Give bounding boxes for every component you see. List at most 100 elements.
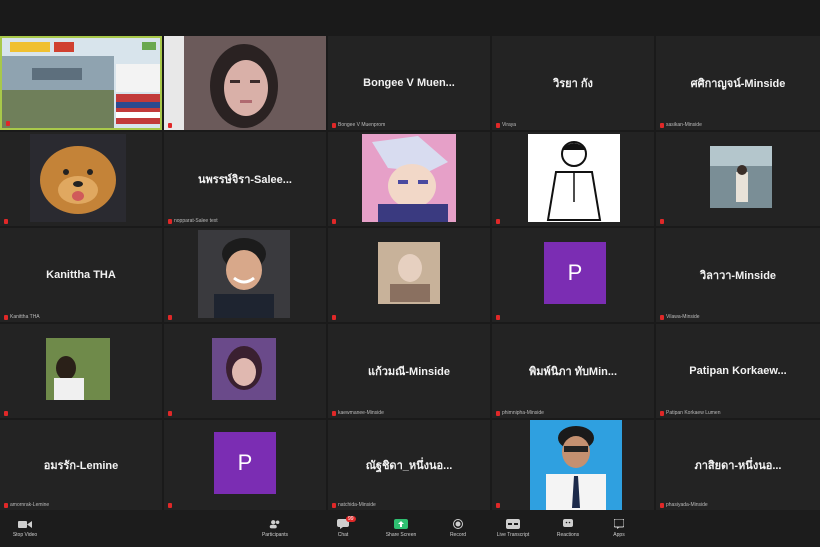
muted-mic-icon [332, 315, 336, 320]
participant-label [168, 503, 174, 508]
meeting-toolbar: Stop Video Participants Chat 99 Share Sc… [0, 510, 820, 547]
participant-tile[interactable]: Patipan Korkaew... Patipan Korkaew Lumen [656, 324, 820, 418]
participant-tile[interactable]: P [164, 420, 326, 510]
record-button[interactable]: Record [433, 510, 483, 547]
participant-label: nopparat-Salee text [168, 218, 218, 224]
participant-tile[interactable] [0, 132, 162, 226]
participant-tile[interactable]: ภาสิยดา-หนึ่งนอ... phasiyada-Minside [656, 420, 820, 510]
participant-name: วิลาวา-Minside [699, 270, 777, 282]
participant-tile[interactable]: Kanittha THA Kanittha THA [0, 228, 162, 322]
participant-tile[interactable]: วิรยา กัง Viraya [492, 36, 654, 130]
participant-video [164, 324, 326, 418]
participant-label: sasikan-Minside [660, 122, 702, 128]
participant-tile[interactable]: พิมพ์นิภา ทับMin... phimnipha-Minside [492, 324, 654, 418]
participant-video [0, 132, 162, 226]
participant-tile[interactable] [492, 132, 654, 226]
participant-name: Kanittha THA [46, 269, 116, 281]
reactions-button[interactable]: Reactions [543, 510, 593, 547]
participant-label [168, 315, 174, 320]
participant-label [332, 315, 338, 320]
muted-mic-icon [332, 410, 336, 416]
participant-avatar: P [214, 432, 276, 494]
muted-mic-icon [496, 122, 500, 128]
participant-tile[interactable] [164, 36, 326, 130]
gallery-grid: Bongee V Muen... Bongee V Muenprom วิรยา… [0, 36, 820, 510]
participant-avatar: P [544, 242, 606, 304]
apps-icon [612, 519, 626, 529]
muted-mic-icon [660, 502, 664, 508]
muted-mic-icon [660, 122, 664, 128]
participant-name: ศศิกาญจน์-Minside [690, 78, 786, 90]
stop-video-button[interactable]: Stop Video [0, 510, 50, 547]
participant-tile[interactable] [328, 228, 490, 322]
shared-slide-video [2, 38, 160, 128]
participant-tile[interactable] [492, 420, 654, 510]
participant-tile[interactable] [0, 36, 162, 130]
muted-mic-icon [168, 218, 172, 224]
participant-label: phasiyada-Minside [660, 502, 708, 508]
participant-label: Bongee V Muenprom [332, 122, 385, 128]
participant-label: phimnipha-Minside [496, 410, 544, 416]
participant-tile[interactable]: แก้วมณี-Minside kaewmanee-Minside [328, 324, 490, 418]
participant-tile[interactable]: วิลาวา-Minside Vilawa-Minside [656, 228, 820, 322]
muted-mic-icon [496, 315, 500, 320]
muted-mic-icon [4, 411, 8, 416]
participant-video [656, 132, 820, 226]
participant-label [4, 219, 10, 224]
muted-mic-icon [168, 503, 172, 508]
participant-name: อมรรัก-Lemine [43, 460, 119, 472]
participant-label [6, 121, 12, 126]
participant-label: amornrak-Lemine [4, 502, 49, 508]
muted-mic-icon [6, 121, 10, 126]
muted-mic-icon [332, 502, 336, 508]
participant-video [164, 228, 326, 322]
participant-tile[interactable] [0, 324, 162, 418]
participant-tile[interactable]: P [492, 228, 654, 322]
participant-label: Vilawa-Minside [660, 314, 700, 320]
muted-mic-icon [168, 315, 172, 320]
participant-tile[interactable]: ณัฐชิดา_หนึ่งนอ... natchida-Minside [328, 420, 490, 510]
participant-label [660, 219, 666, 224]
participant-name: ณัฐชิดา_หนึ่งนอ... [365, 460, 453, 472]
participants-button[interactable]: Participants [250, 510, 300, 547]
participant-tile[interactable] [164, 228, 326, 322]
participant-label: natchida-Minside [332, 502, 376, 508]
participant-name: Bongee V Muen... [363, 77, 455, 89]
live-transcript-button[interactable]: Live Transcript [488, 510, 538, 547]
participant-video [328, 132, 490, 226]
muted-mic-icon [4, 502, 8, 508]
muted-mic-icon [496, 410, 500, 416]
muted-mic-icon [496, 503, 500, 508]
muted-mic-icon [4, 219, 8, 224]
participant-video [492, 420, 654, 510]
muted-mic-icon [660, 410, 664, 416]
participant-tile[interactable] [656, 132, 820, 226]
reactions-icon [561, 519, 575, 529]
participant-name: วิรยา กัง [553, 78, 593, 90]
participant-name: Patipan Korkaew... [689, 365, 787, 377]
apps-button[interactable]: Apps [594, 510, 644, 547]
share-screen-icon [394, 519, 408, 529]
participant-label [332, 219, 338, 224]
participant-name: พิมพ์นิภา ทับMin... [528, 366, 618, 378]
participant-tile[interactable]: Bongee V Muen... Bongee V Muenprom [328, 36, 490, 130]
participant-label [496, 503, 502, 508]
participant-tile[interactable]: นพรรษ์จิรา-Salee... nopparat-Salee text [164, 132, 326, 226]
muted-mic-icon [332, 219, 336, 224]
participant-tile[interactable]: ศศิกาญจน์-Minside sasikan-Minside [656, 36, 820, 130]
muted-mic-icon [4, 314, 8, 320]
share-screen-button[interactable]: Share Screen [376, 510, 426, 547]
participant-label [168, 123, 174, 128]
participant-label: kaewmanee-Minside [332, 410, 384, 416]
chat-unread-badge: 99 [346, 516, 356, 522]
participant-label: Viraya [496, 122, 516, 128]
participant-tile[interactable] [164, 324, 326, 418]
participant-tile[interactable]: อมรรัก-Lemine amornrak-Lemine [0, 420, 162, 510]
muted-mic-icon [660, 314, 664, 320]
muted-mic-icon [496, 219, 500, 224]
participant-label [4, 411, 10, 416]
chat-button[interactable]: Chat 99 [318, 510, 368, 547]
top-bar [0, 0, 820, 36]
participant-name: นพรรษ์จิรา-Salee... [198, 174, 292, 186]
participant-tile[interactable] [328, 132, 490, 226]
